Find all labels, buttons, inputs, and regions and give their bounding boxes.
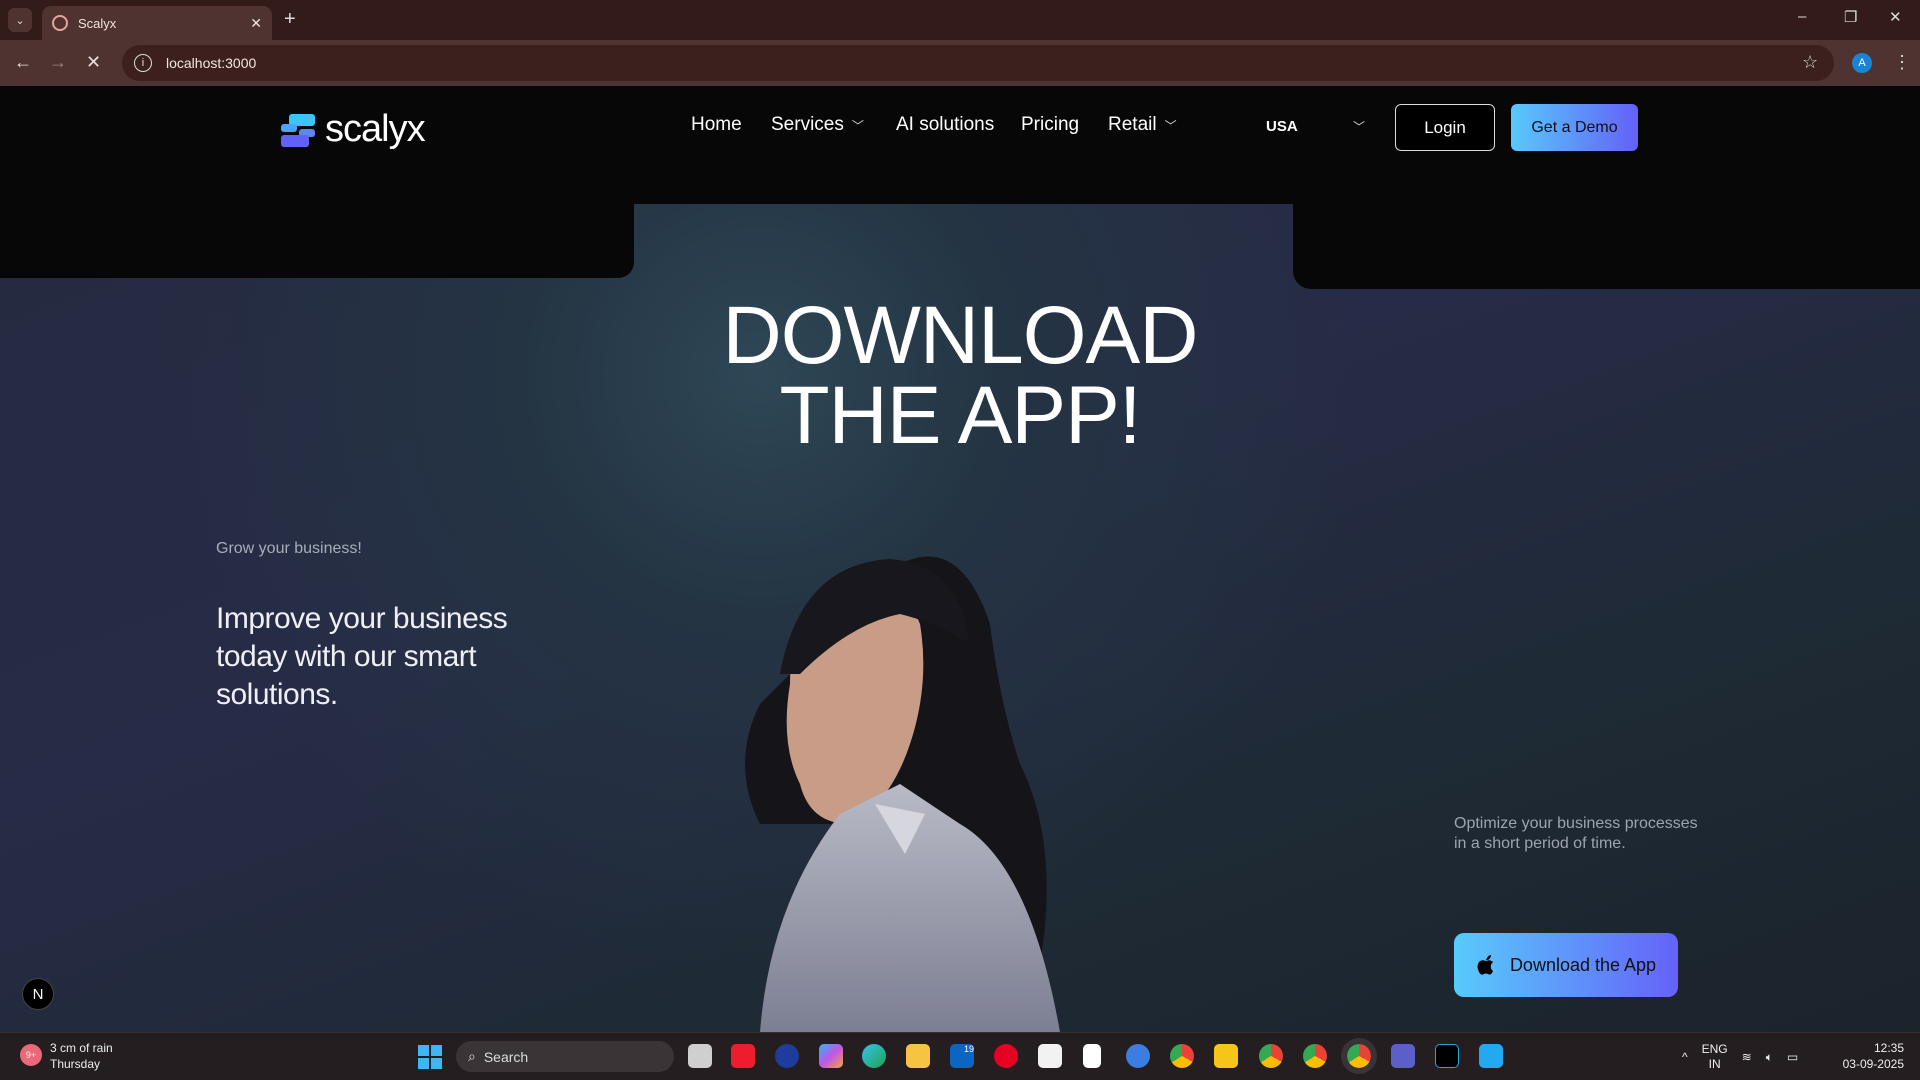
nav-retail-label: Retail	[1108, 114, 1157, 135]
linkedin-icon[interactable]: 19	[950, 1044, 974, 1068]
get-demo-button[interactable]: Get a Demo	[1511, 104, 1638, 151]
nav-services-label: Services	[771, 114, 844, 135]
weather-widget[interactable]: 9+ 3 cm of rain Thursday	[20, 1040, 113, 1072]
nav-home-label: Home	[691, 114, 742, 135]
system-tray[interactable]: ^ ENG IN ≋ 🔈︎ ▭	[1682, 1042, 1798, 1072]
copilot-icon[interactable]	[819, 1044, 843, 1068]
vscode-icon[interactable]	[1479, 1044, 1503, 1068]
chrome-profile-icon[interactable]	[1259, 1044, 1283, 1068]
new-tab-button[interactable]: +	[284, 8, 296, 31]
address-bar[interactable]: i localhost:3000	[122, 45, 1834, 81]
close-tab-icon[interactable]: ✕	[250, 15, 262, 32]
media-player-icon[interactable]	[1126, 1044, 1150, 1068]
decor-panel-right	[1293, 204, 1920, 289]
date: 03-09-2025	[1842, 1057, 1904, 1071]
favicon-icon	[52, 15, 68, 31]
notepad-icon[interactable]	[1083, 1044, 1101, 1068]
weather-text: 3 cm of rain	[50, 1041, 113, 1055]
apple-icon	[1477, 955, 1493, 975]
nav-ai-solutions[interactable]: AI solutions	[896, 114, 994, 136]
photos-icon[interactable]	[1214, 1044, 1238, 1068]
youtube-icon[interactable]	[731, 1044, 755, 1068]
hero-title-line2: THE APP!	[779, 370, 1141, 461]
menu-icon[interactable]: ⋮	[1893, 52, 1911, 73]
hero-title-line1: DOWNLOAD	[722, 290, 1199, 381]
linkedin-badge: 19	[963, 1044, 974, 1054]
download-app-label: Download the App	[1509, 954, 1657, 975]
start-button[interactable]	[418, 1045, 442, 1069]
nav-ai-label: AI solutions	[896, 114, 995, 135]
brand-logo[interactable]: scalyx	[281, 108, 426, 151]
region-code: IN	[1708, 1057, 1721, 1071]
logo-icon	[281, 112, 317, 148]
hero-title: DOWNLOAD THE APP!	[560, 290, 1360, 461]
weather-icon: 9+	[20, 1044, 42, 1066]
url-text: localhost:3000	[166, 55, 257, 71]
weather-day: Thursday	[50, 1057, 101, 1071]
chevron-down-icon: ﹀	[851, 118, 864, 133]
nav-pricing-label: Pricing	[1021, 114, 1080, 135]
tlauncher-icon[interactable]	[1435, 1044, 1459, 1068]
file-explorer-icon[interactable]	[906, 1044, 930, 1068]
download-app-button[interactable]: Download the App	[1454, 933, 1678, 997]
chrome-profile-icon[interactable]	[1303, 1044, 1327, 1068]
site-info-icon[interactable]: i	[134, 54, 152, 72]
hero-headline: Improve your business today with our sma…	[216, 602, 508, 711]
hp-icon[interactable]	[775, 1044, 799, 1068]
pinterest-icon[interactable]	[994, 1044, 1018, 1068]
nav-retail[interactable]: Retail ﹀	[1108, 114, 1177, 136]
wifi-icon[interactable]: ≋	[1742, 1050, 1752, 1064]
dev-tools-badge[interactable]: N	[22, 978, 54, 1010]
search-icon: ⌕	[468, 1048, 476, 1064]
hero-eyebrow: Grow your business!	[216, 540, 362, 557]
chevron-down-icon: ﹀	[1164, 118, 1177, 133]
profile-avatar[interactable]: A	[1852, 53, 1872, 73]
forward-icon[interactable]: →	[49, 52, 67, 73]
country-select[interactable]: USA	[1266, 118, 1298, 135]
taskbar-search-label: Search	[483, 1048, 529, 1065]
task-view-icon[interactable]	[688, 1044, 712, 1068]
close-window-icon[interactable]: ✕	[1889, 8, 1902, 26]
tab-title: Scalyx	[78, 15, 117, 31]
nav-pricing[interactable]: Pricing	[1021, 114, 1079, 136]
decor-panel-left	[0, 204, 634, 278]
chevron-up-icon[interactable]: ^	[1682, 1050, 1688, 1064]
restore-icon[interactable]: ❐	[1844, 8, 1857, 26]
brand-name: scalyx	[325, 108, 426, 150]
edge-icon[interactable]	[862, 1044, 886, 1068]
bookmark-star-icon[interactable]: ☆	[1802, 52, 1818, 73]
volume-icon[interactable]: 🔈︎	[1766, 1050, 1773, 1065]
battery-icon[interactable]: ▭	[1787, 1050, 1798, 1064]
store-icon[interactable]	[1038, 1044, 1062, 1068]
chrome-icon[interactable]	[1170, 1044, 1194, 1068]
language-indicator[interactable]: ENG IN	[1702, 1042, 1728, 1072]
tab-search-button[interactable]: ⌄	[8, 8, 32, 32]
nav-home[interactable]: Home	[691, 114, 742, 136]
minimize-icon[interactable]: –	[1798, 8, 1806, 25]
clock[interactable]: 12:35 03-09-2025	[1843, 1040, 1904, 1072]
hero-description: Optimize your business processes in a sh…	[1454, 815, 1698, 852]
login-button[interactable]: Login	[1395, 104, 1495, 151]
teams-icon[interactable]	[1391, 1044, 1415, 1068]
time: 12:35	[1873, 1041, 1904, 1055]
stop-loading-icon[interactable]: ✕	[86, 52, 101, 73]
lang-code: ENG	[1701, 1042, 1728, 1056]
nav-services[interactable]: Services ﹀	[771, 114, 864, 136]
back-icon[interactable]: ←	[14, 52, 32, 73]
browser-tab[interactable]: Scalyx ✕	[42, 6, 272, 40]
chevron-down-icon[interactable]: ﹀	[1353, 118, 1365, 135]
chrome-active-icon[interactable]	[1341, 1038, 1377, 1074]
taskbar-search[interactable]: ⌕ Search	[456, 1041, 674, 1072]
